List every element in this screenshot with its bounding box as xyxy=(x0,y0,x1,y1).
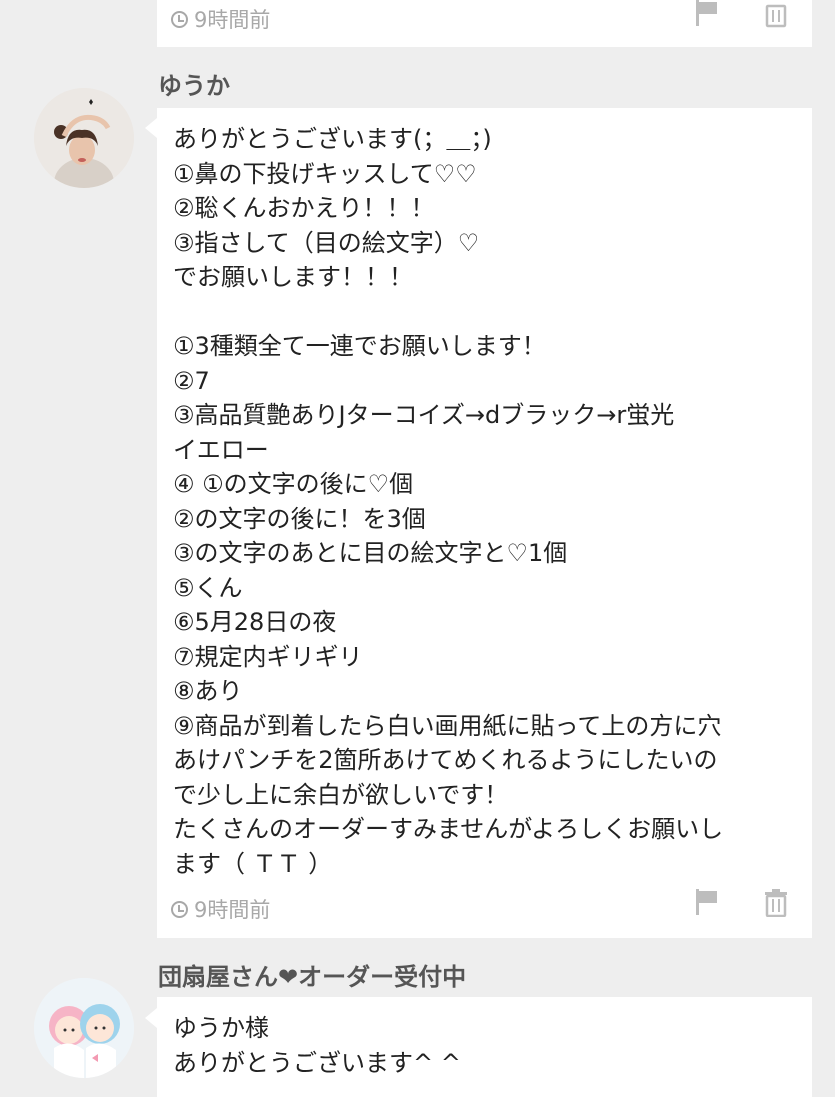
flag-icon[interactable] xyxy=(694,0,720,28)
comment-card: ゆうか様 ありがとうございます^ ^ xyxy=(157,997,812,1097)
comment-line: ⑧あり xyxy=(173,677,243,705)
comment-line: ゆうか様 xyxy=(173,1014,269,1042)
comment-line: ②聡くんおかえり！！！ xyxy=(173,194,435,222)
comment-line xyxy=(173,295,803,330)
avatar-illustration xyxy=(34,978,134,1078)
comment-body: ありがとうございます(；＿；) ①鼻の下投げキッスして♡♡ ②聡くんおかえり！！… xyxy=(173,122,803,881)
comment-line: ③の文字のあとに目の絵文字と♡1個 xyxy=(173,539,568,567)
bubble-tail xyxy=(145,118,157,138)
bubble-tail xyxy=(145,1008,157,1028)
comment-line: ②の文字の後に！を3個 xyxy=(173,504,426,533)
comment-line: ありがとうございます^ ^ xyxy=(173,1048,461,1077)
trash-icon[interactable] xyxy=(764,889,788,917)
comment-line: ありがとうございます(；＿；) xyxy=(173,125,492,153)
comment-line: ⑥5月28日の夜 xyxy=(173,608,337,636)
comment-line: ⑨商品が到着したら白い画用紙に貼って上の方に穴 xyxy=(173,711,722,740)
comment-line: たくさんのオーダーすみませんがよろしくお願いし xyxy=(173,815,724,843)
comment-line: でお願いします！！！ xyxy=(173,263,413,291)
comment-author[interactable]: ゆうか xyxy=(158,66,230,101)
comment-line: ④ ①の文字の後に♡個 xyxy=(173,470,414,498)
avatar[interactable] xyxy=(34,978,134,1078)
comment-meta: 9時間前 xyxy=(171,4,270,34)
comment-card-previous: 9時間前 xyxy=(157,0,812,47)
clock-icon xyxy=(171,10,188,28)
comment-line: ⑦規定内ギリギリ xyxy=(173,642,363,671)
comment-line: ③高品質艶ありJターコイズ→dブラック→r蛍光 xyxy=(173,401,675,429)
comment-body: ゆうか様 ありがとうございます^ ^ xyxy=(173,1011,803,1080)
comment-line: ⑤くん xyxy=(173,573,243,602)
comment-meta: 9時間前 xyxy=(171,894,270,924)
flag-icon[interactable] xyxy=(694,889,720,917)
avatar-photo xyxy=(34,88,134,188)
clock-icon xyxy=(171,900,188,918)
comment-time: 9時間前 xyxy=(194,898,271,922)
comment-line: ①鼻の下投げキッスして♡♡ xyxy=(173,159,477,188)
avatar[interactable] xyxy=(34,88,134,188)
comment-line: で少し上に余白が欲しいです！ xyxy=(173,780,509,809)
comment-line: ます（ ＴＴ ） xyxy=(173,849,333,878)
comment-line: ②7 xyxy=(173,366,210,395)
comment-line: ③指さして（目の絵文字）♡ xyxy=(173,228,480,257)
comment-card: ありがとうございます(；＿；) ①鼻の下投げキッスして♡♡ ②聡くんおかえり！！… xyxy=(157,108,812,938)
comment-line: イエロー xyxy=(173,435,269,464)
comment-time: 9時間前 xyxy=(194,8,271,32)
comment-author[interactable]: 団扇屋さん❤︎オーダー受付中 xyxy=(158,957,466,992)
trash-icon[interactable] xyxy=(764,0,788,28)
comment-line: あけパンチを2箇所あけてめくれるようにしたいの xyxy=(173,746,718,774)
comment-line: ①3種類全て一連でお願いします！ xyxy=(173,332,546,360)
